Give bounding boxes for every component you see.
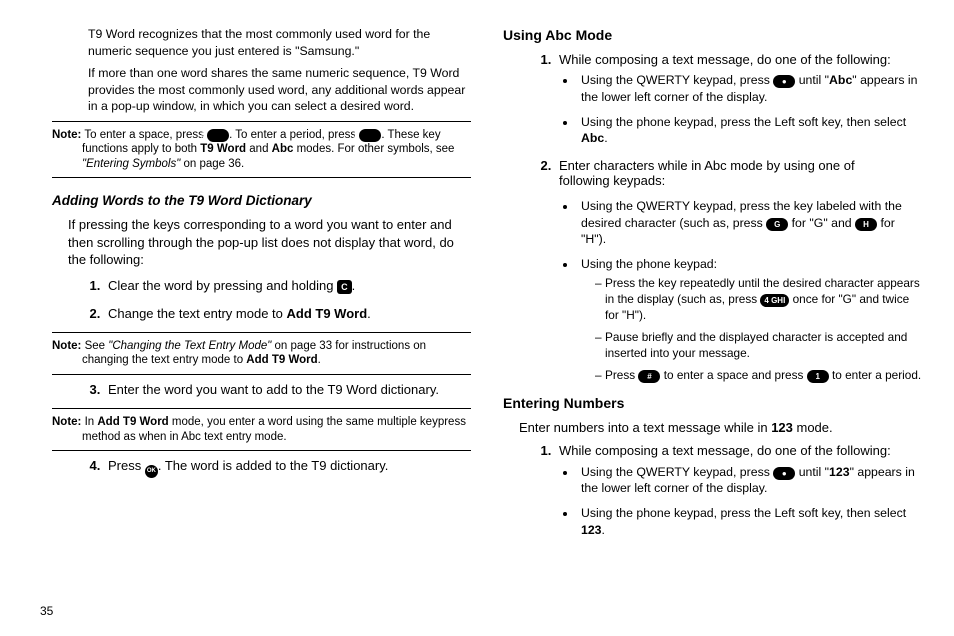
manual-page: T9 Word recognizes that the most commonl… xyxy=(0,0,954,636)
page-number: 35 xyxy=(40,604,53,618)
c-key-icon: C xyxy=(337,280,352,294)
dash-space-period: Press # to enter a space and press 1 to … xyxy=(595,368,922,384)
steps-list: Clear the word by pressing and holding C… xyxy=(52,277,471,322)
heading-using-abc: Using Abc Mode xyxy=(503,26,922,45)
pound-key-icon: # xyxy=(638,370,660,383)
right-column: Using Abc Mode While composing a text me… xyxy=(503,26,922,624)
subheading-adding-words: Adding Words to the T9 Word Dictionary xyxy=(52,192,471,210)
g-key-icon: G xyxy=(766,218,788,231)
abc-bullets-1: Using the QWERTY keypad, press ● until "… xyxy=(559,72,922,146)
one-key-icon: 1 xyxy=(359,129,381,142)
t9-intro-block: T9 Word recognizes that the most commonl… xyxy=(88,26,471,115)
numbers-bullet-qwerty: Using the QWERTY keypad, press ● until "… xyxy=(577,464,922,497)
four-ghi-key-icon: 4 GHI xyxy=(760,294,789,307)
divider xyxy=(52,450,471,451)
abc-bullet-qwerty: Using the QWERTY keypad, press ● until "… xyxy=(577,72,922,105)
phone-keypad-dashes: Press the key repeatedly until the desir… xyxy=(581,276,922,384)
abc-bullets-2: Using the QWERTY keypad, press the key l… xyxy=(559,198,922,384)
step-4: Press OK. The word is added to the T9 di… xyxy=(104,457,471,478)
ok-key-icon: OK xyxy=(145,465,158,478)
divider xyxy=(52,121,471,122)
divider xyxy=(52,332,471,333)
abc-step-2-cont: following keypads: xyxy=(559,172,922,190)
t9-para-2: If more than one word shares the same nu… xyxy=(88,65,471,115)
mode-key-icon: ● xyxy=(773,467,795,480)
heading-entering-numbers: Entering Numbers xyxy=(503,394,922,413)
note-label: Note: xyxy=(52,416,81,428)
divider xyxy=(52,374,471,375)
numbers-intro: Enter numbers into a text message while … xyxy=(519,419,922,437)
numbers-bullets: Using the QWERTY keypad, press ● until "… xyxy=(559,464,922,538)
t9-para-1: T9 Word recognizes that the most commonl… xyxy=(88,26,471,59)
mode-key-icon: ● xyxy=(773,75,795,88)
numbers-bullet-phone: Using the phone keypad, press the Left s… xyxy=(577,505,922,538)
step-3: Enter the word you want to add to the T9… xyxy=(104,381,471,399)
abc-step-1: While composing a text message, do one o… xyxy=(555,51,922,147)
note-label: Note: xyxy=(52,129,81,141)
numbers-steps: While composing a text message, do one o… xyxy=(503,442,922,538)
divider xyxy=(52,408,471,409)
abc-step-2: Enter characters while in Abc mode by us… xyxy=(555,157,922,384)
note-add-t9-mode: Note: In Add T9 Word mode, you enter a w… xyxy=(52,415,471,444)
dash-repeat-key: Press the key repeatedly until the desir… xyxy=(595,276,922,324)
pound-key-icon: # xyxy=(207,129,229,142)
abc-bullet-qwerty-keys: Using the QWERTY keypad, press the key l… xyxy=(577,198,922,248)
abc-bullet-phone: Using the phone keypad, press the Left s… xyxy=(577,114,922,147)
dash-pause: Pause briefly and the displayed characte… xyxy=(595,330,922,362)
adding-words-intro: If pressing the keys corresponding to a … xyxy=(68,216,471,269)
h-key-icon: H xyxy=(855,218,877,231)
one-key-icon: 1 xyxy=(807,370,829,383)
abc-steps: While composing a text message, do one o… xyxy=(503,51,922,384)
abc-bullet-phone-keypad: Using the phone keypad: Press the key re… xyxy=(577,256,922,384)
step-1: Clear the word by pressing and holding C… xyxy=(104,277,471,295)
note-label: Note: xyxy=(52,340,81,352)
note-space-period: Note: To enter a space, press #. To ente… xyxy=(52,128,471,171)
divider xyxy=(52,177,471,178)
steps-list-cont2: Press OK. The word is added to the T9 di… xyxy=(52,457,471,478)
numbers-step-1: While composing a text message, do one o… xyxy=(555,442,922,538)
step-2: Change the text entry mode to Add T9 Wor… xyxy=(104,305,471,323)
left-column: T9 Word recognizes that the most commonl… xyxy=(32,26,471,624)
steps-list-cont: Enter the word you want to add to the T9… xyxy=(52,381,471,399)
note-change-mode: Note: See "Changing the Text Entry Mode"… xyxy=(52,339,471,368)
